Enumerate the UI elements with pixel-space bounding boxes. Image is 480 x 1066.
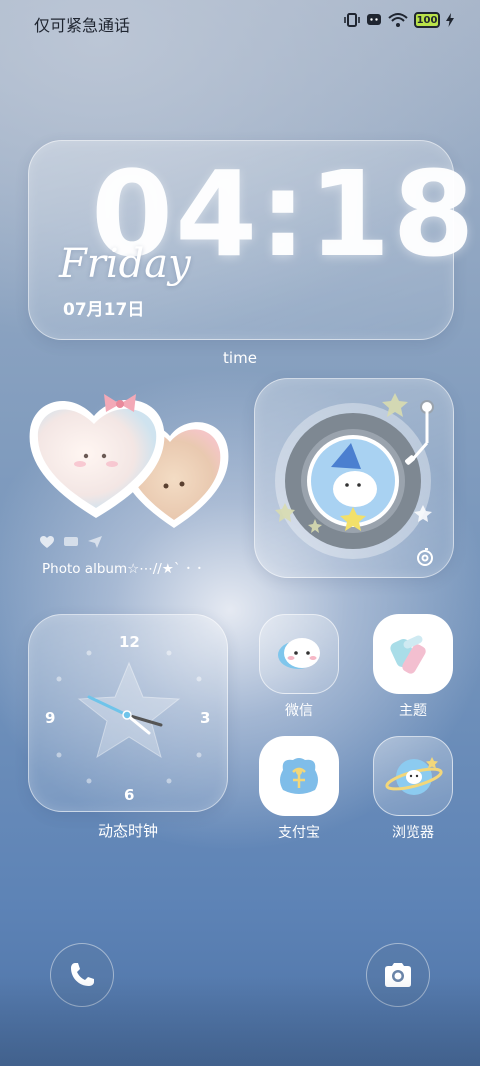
photo-widget-icons [40, 536, 102, 548]
analog-clock-label: 动态时钟 [97, 822, 158, 840]
bottom-gradient [0, 976, 480, 1066]
theme-icon [373, 614, 453, 694]
browser-icon [373, 736, 453, 816]
clock-number-6: 6 [124, 786, 135, 804]
comment-icon [64, 537, 78, 546]
clock-number-3: 3 [200, 709, 211, 727]
app-label-theme: 主题 [399, 703, 427, 719]
app-browser[interactable]: 浏览器 [373, 736, 453, 842]
app-alipay[interactable]: 支付宝 [259, 736, 339, 842]
photo-album-caption: Photo album☆⋯//★ˋ ･ ･ [42, 561, 203, 577]
clock-number-9: 9 [45, 709, 56, 727]
clock-widget[interactable]: 04:18 Friday 07月17日 [28, 140, 475, 340]
status-bar: 仅可紧急通话 100 [0, 0, 480, 44]
app-label-wechat: 微信 [285, 703, 313, 719]
photo-album-widget[interactable] [24, 386, 236, 536]
notification-icon [367, 14, 381, 25]
widget-day: Friday [59, 241, 191, 287]
charging-icon [446, 13, 454, 27]
wechat-icon [259, 614, 339, 694]
app-wechat[interactable]: 微信 [259, 614, 339, 720]
app-label-alipay: 支付宝 [278, 825, 320, 841]
clock-widget-label: time [223, 349, 257, 367]
send-icon [88, 536, 102, 548]
battery-indicator: 100 [414, 12, 440, 28]
vibrate-icon [344, 13, 360, 27]
wifi-icon [388, 13, 408, 27]
clock-number-12: 12 [119, 633, 140, 651]
widget-date: 07月17日 [63, 300, 145, 320]
carrier-status-text: 仅可紧急通话 [34, 16, 131, 35]
app-label-browser: 浏览器 [392, 825, 434, 841]
alipay-icon [259, 736, 339, 816]
heart-icon [40, 536, 54, 548]
music-app-icon[interactable] [415, 547, 435, 567]
app-theme[interactable]: 主题 [373, 614, 453, 720]
status-icons: 100 [344, 12, 454, 28]
music-widget[interactable] [254, 378, 454, 578]
analog-clock-widget[interactable]: 12 3 6 9 [28, 614, 228, 812]
heart-photo-frames [29, 394, 229, 528]
